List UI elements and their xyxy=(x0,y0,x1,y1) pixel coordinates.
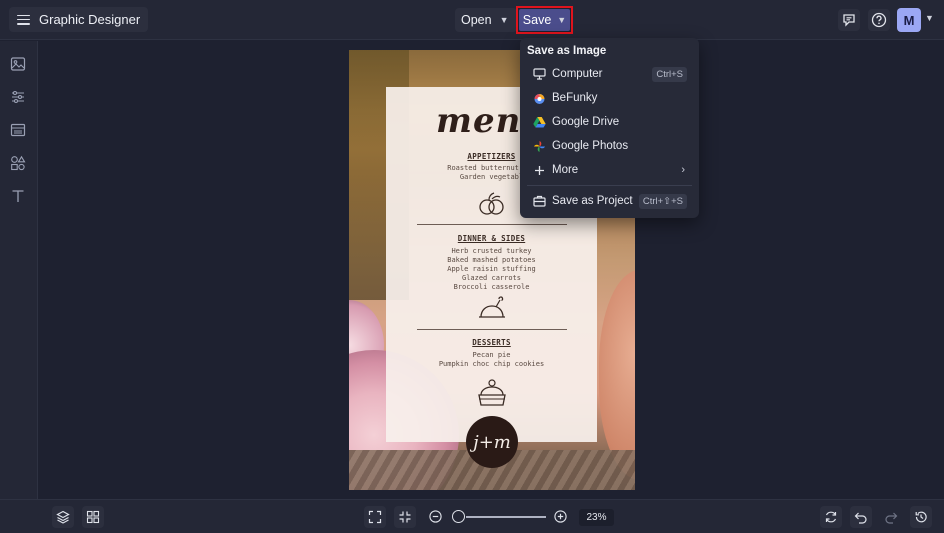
history-button[interactable] xyxy=(910,506,932,528)
history-icon xyxy=(915,511,927,523)
section-heading: DINNER & SIDES xyxy=(457,234,526,243)
image-icon xyxy=(10,57,26,71)
plus-icon xyxy=(532,163,546,177)
save-menu: Save as Image Computer Ctrl+S BeFunky Go… xyxy=(520,38,699,218)
sliders-icon xyxy=(12,90,24,104)
comment-icon xyxy=(843,14,855,27)
left-toolbar xyxy=(0,41,38,499)
section-heading: DESSERTS xyxy=(472,338,511,347)
zoom-in-icon xyxy=(554,510,567,523)
zoom-out-button[interactable] xyxy=(429,510,442,528)
befunky-icon xyxy=(532,91,546,105)
shapes-icon xyxy=(11,155,26,171)
chevron-down-icon[interactable]: ▼ xyxy=(925,13,934,23)
grid-icon xyxy=(86,510,100,524)
top-bar: Graphic Designer Open ▼ Save ▼ M ▼ xyxy=(0,0,944,40)
zoom-slider-handle[interactable] xyxy=(452,510,465,523)
save-button[interactable]: Save ▼ xyxy=(519,9,570,31)
menu-item-label: Save as Project xyxy=(552,195,633,207)
zoom-in-button[interactable] xyxy=(554,510,567,528)
open-button[interactable]: Open ▼ xyxy=(455,8,517,32)
redo-button[interactable] xyxy=(880,506,902,528)
refresh-icon xyxy=(825,511,837,523)
layout-tool[interactable] xyxy=(9,121,27,139)
layout-icon xyxy=(10,123,26,137)
fit-screen-button[interactable] xyxy=(364,506,386,528)
shortcut-badge: Ctrl+⇧+S xyxy=(638,193,687,209)
menu-item-label: BeFunky xyxy=(552,92,598,104)
menu-item-label: Computer xyxy=(552,68,603,80)
avatar[interactable]: M xyxy=(897,8,921,32)
app-title: Graphic Designer xyxy=(39,12,141,27)
image-tool[interactable] xyxy=(9,55,27,73)
menu-item: Herb crusted turkey xyxy=(451,247,532,255)
briefcase-icon xyxy=(532,194,546,208)
chevron-down-icon: ▼ xyxy=(557,15,567,25)
menu-item: Pumpkin choc chip cookies xyxy=(438,360,545,368)
layers-button[interactable] xyxy=(52,506,74,528)
help-button[interactable] xyxy=(868,9,890,31)
layers-icon xyxy=(56,510,70,524)
divider xyxy=(417,224,567,225)
save-more[interactable]: More › xyxy=(520,159,699,181)
apple-icon xyxy=(479,192,504,215)
adjust-tool[interactable] xyxy=(9,88,27,106)
menu-divider xyxy=(527,185,692,186)
save-to-befunky[interactable]: BeFunky xyxy=(520,87,699,109)
save-as-project[interactable]: Save as Project Ctrl+⇧+S xyxy=(520,190,699,212)
text-icon xyxy=(12,190,24,202)
menu-item-label: More xyxy=(552,164,579,176)
grid-button[interactable] xyxy=(82,506,104,528)
refresh-button[interactable] xyxy=(820,506,842,528)
save-label: Save xyxy=(522,13,552,27)
hamburger-icon xyxy=(17,14,30,25)
shortcut-badge: Ctrl+S xyxy=(652,66,687,82)
google-photos-icon xyxy=(532,139,546,153)
chevron-right-icon: › xyxy=(681,164,685,176)
cake-icon xyxy=(478,379,506,406)
open-label: Open xyxy=(461,13,492,27)
save-menu-heading: Save as Image xyxy=(527,45,607,57)
save-button-highlight: Save ▼ xyxy=(516,6,573,34)
menu-item: Baked mashed potatoes xyxy=(447,256,536,264)
background-pumpkin xyxy=(599,270,635,480)
zoom-out-icon xyxy=(429,510,442,523)
shrink-button[interactable] xyxy=(394,506,416,528)
redo-icon xyxy=(885,512,898,524)
menu-item-label: Google Drive xyxy=(552,116,620,128)
bottom-bar: 23% xyxy=(0,499,944,533)
google-drive-icon xyxy=(532,115,546,129)
undo-button[interactable] xyxy=(850,506,872,528)
save-to-google-drive[interactable]: Google Drive xyxy=(520,111,699,133)
text-tool[interactable] xyxy=(9,187,27,205)
save-to-google-photos[interactable]: Google Photos xyxy=(520,135,699,157)
collapse-icon xyxy=(399,511,411,523)
chevron-down-icon: ▼ xyxy=(499,15,509,25)
monitor-icon xyxy=(532,67,546,81)
save-to-computer[interactable]: Computer Ctrl+S xyxy=(520,63,699,85)
graphics-tool[interactable] xyxy=(9,154,27,172)
undo-icon xyxy=(854,512,867,524)
menu-item-label: Google Photos xyxy=(552,140,629,152)
expand-icon xyxy=(368,510,382,524)
zoom-slider[interactable] xyxy=(466,516,546,518)
turkey-icon xyxy=(479,296,505,318)
help-icon xyxy=(871,12,887,28)
menu-item: Pecan pie xyxy=(472,351,511,359)
divider xyxy=(417,329,567,330)
app-menu-button[interactable]: Graphic Designer xyxy=(9,7,149,32)
menu-item: Apple raisin stuffing xyxy=(447,265,536,273)
comments-button[interactable] xyxy=(838,9,860,31)
menu-item: Glazed carrots xyxy=(461,274,521,282)
zoom-level[interactable]: 23% xyxy=(579,509,614,526)
menu-item: Broccoli casserole xyxy=(453,283,530,291)
monogram-logo: j+m xyxy=(466,416,518,468)
